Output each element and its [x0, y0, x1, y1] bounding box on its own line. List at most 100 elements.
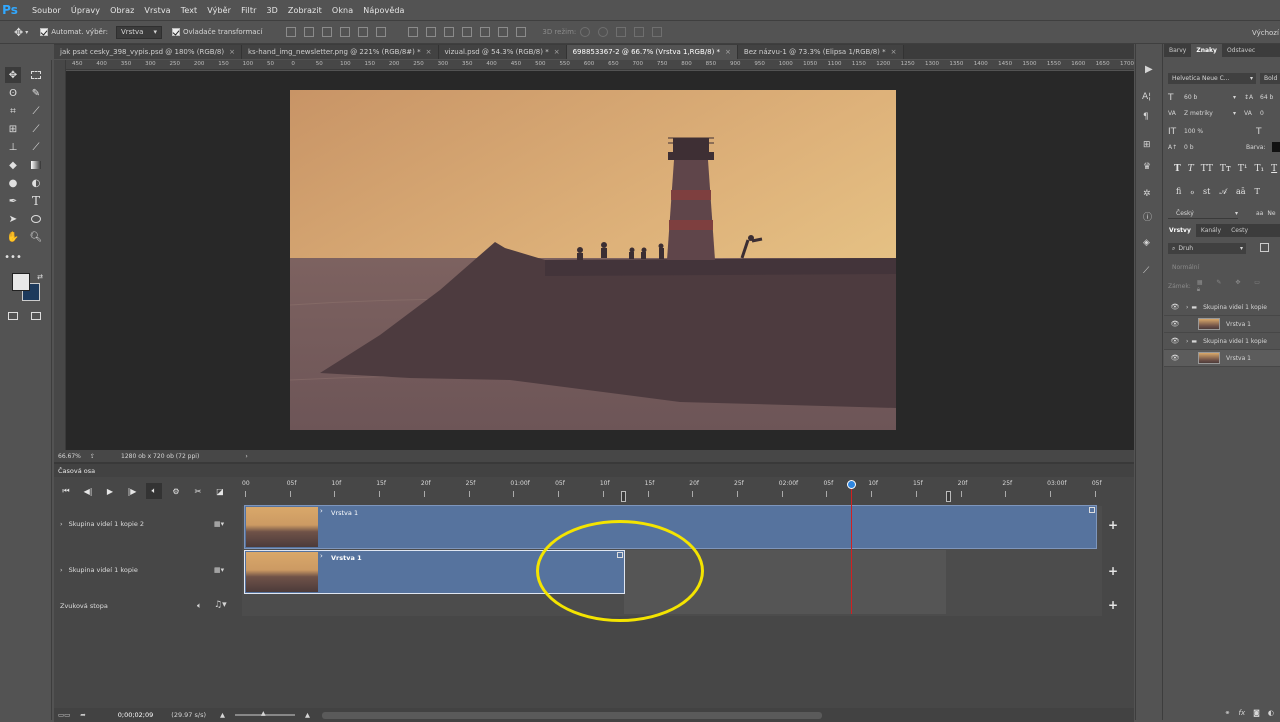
menu-item-0[interactable]: Soubor [32, 6, 61, 15]
close-icon[interactable]: × [426, 48, 432, 56]
3d-slide-icon[interactable] [634, 27, 645, 37]
all-caps-icon[interactable]: TT [1201, 164, 1213, 174]
quick-mask-icon[interactable] [5, 308, 21, 324]
transform-controls-checkbox[interactable] [171, 28, 180, 36]
clone-stamp-icon[interactable]: ⊥ [5, 139, 21, 155]
ellipse-tool-icon[interactable] [28, 211, 44, 227]
settings-gear-icon[interactable]: ⚙ [168, 483, 184, 499]
3d-drag-icon[interactable] [616, 27, 627, 37]
convert-frames-icon[interactable]: ▭▭ [58, 711, 70, 719]
visibility-eye-icon[interactable]: 👁︎ [1170, 337, 1180, 345]
zoom-out-icon[interactable]: ▲ [220, 711, 225, 719]
menu-item-5[interactable]: Výběr [207, 6, 231, 15]
history-panel-icon[interactable]: ⊞ [1143, 140, 1151, 150]
blur-tool-icon[interactable]: ● [5, 175, 21, 191]
add-media-button-1[interactable]: + [1108, 518, 1118, 532]
render-video-icon[interactable]: ➦ [80, 711, 85, 719]
work-area-end-handle[interactable] [946, 491, 951, 502]
link-layers-icon[interactable]: ⚭ [1225, 709, 1231, 717]
adjustment-layer-icon[interactable]: ◐ [1268, 709, 1274, 717]
distribute-left-icon[interactable] [462, 27, 473, 37]
small-caps-icon[interactable]: Tт [1220, 164, 1231, 174]
go-to-first-frame-button[interactable]: ⏮ [58, 483, 74, 499]
play-actions-icon[interactable]: ▶ [1145, 64, 1153, 75]
text-color-swatch[interactable] [1272, 142, 1280, 152]
menu-item-7[interactable]: 3D [266, 6, 277, 15]
stylistic-icon[interactable]: aā [1236, 187, 1246, 197]
menu-item-3[interactable]: Vrstva [144, 6, 170, 15]
document-tab[interactable]: 698853367-2 @ 66.7% (Vrstva 1,RGB/8) * × [566, 45, 738, 59]
previous-frame-button[interactable]: ◀| [80, 483, 96, 499]
work-area-start-handle[interactable] [621, 491, 626, 502]
align-vcenter-icon[interactable] [304, 27, 315, 37]
layer-group-row[interactable]: 👁︎ › ▬ Skupina videí 1 kopie [1164, 299, 1280, 316]
brush-tool-icon[interactable]: ⟋ [28, 121, 44, 137]
distribute-bottom-icon[interactable] [444, 27, 455, 37]
timeline-tab[interactable]: Časová osa [54, 464, 1134, 477]
paragraph-panel-icon[interactable]: ¶ [1143, 112, 1149, 122]
workspace-dropdown[interactable]: Výchozí [1248, 26, 1280, 39]
fx-icon[interactable]: fx [1238, 709, 1245, 717]
visibility-eye-icon[interactable]: 👁︎ [1170, 303, 1180, 311]
zoom-in-icon[interactable]: ▲ [305, 711, 310, 719]
font-size-field[interactable]: T 60 b ▾ [1168, 92, 1236, 103]
layer-row[interactable]: 👁︎ Vrstva 1 [1164, 316, 1280, 333]
expand-chevron-icon[interactable]: › [1186, 304, 1188, 311]
underline-icon[interactable]: T [1271, 164, 1277, 174]
panel-tab-0[interactable]: Vrstvy [1164, 224, 1196, 237]
panel-tab-2[interactable]: Cesty [1226, 224, 1253, 237]
move-tool-icon[interactable]: ✥ [5, 67, 21, 83]
clip-end-marker-icon[interactable] [1089, 507, 1095, 513]
align-hcenter-icon[interactable] [358, 27, 369, 37]
menu-item-8[interactable]: Zobrazit [288, 6, 322, 15]
layer-row[interactable]: 👁︎ Vrstva 1 [1164, 350, 1280, 367]
tool-preset-arrow-icon[interactable]: ▾ [25, 29, 28, 36]
document-tab[interactable]: Bez názvu-1 @ 73.3% (Elipsa 1/RGB/8) * × [737, 45, 904, 59]
eyedropper-icon[interactable]: ⟋ [28, 103, 44, 119]
contextual-icon[interactable]: ℴ [1190, 187, 1194, 197]
distribute-top-icon[interactable] [408, 27, 419, 37]
panel-tab-znaky[interactable]: Znaky [1191, 44, 1222, 57]
menu-item-6[interactable]: Filtr [241, 6, 256, 15]
next-frame-button[interactable]: |▶ [124, 483, 140, 499]
vertical-scale-field[interactable]: IT 100 % [1168, 126, 1236, 137]
superscript-icon[interactable]: T¹ [1238, 164, 1248, 174]
gradient-icon[interactable] [28, 157, 44, 173]
panel-tab-barvy[interactable]: Barvy [1164, 44, 1191, 57]
export-icon[interactable]: ⇪ [90, 453, 95, 460]
document-tab[interactable]: ks-hand_img_newsletter.png @ 221% (RGB/8… [241, 45, 439, 59]
align-left-icon[interactable] [340, 27, 351, 37]
close-icon[interactable]: × [891, 48, 897, 56]
document-image[interactable] [290, 90, 896, 430]
add-media-button-2[interactable]: + [1108, 564, 1118, 578]
magic-wand-icon[interactable]: ✎ [28, 85, 44, 101]
document-tab[interactable]: jak psat cesky_398_vypis.psd @ 180% (RGB… [54, 45, 242, 59]
distribute-vcenter-icon[interactable] [426, 27, 437, 37]
layer-group-row[interactable]: 👁︎ › ▬ Skupina videí 1 kopie [1164, 333, 1280, 350]
visibility-eye-icon[interactable]: 👁︎ [1170, 320, 1180, 328]
tracking-field[interactable]: VA 0 [1244, 108, 1280, 119]
audio-toggle-button[interactable]: 🔈︎ [146, 483, 162, 499]
auto-select-checkbox[interactable] [40, 28, 49, 36]
split-scissors-icon[interactable]: ✂ [190, 483, 206, 499]
menu-item-2[interactable]: Obraz [110, 6, 134, 15]
track-label-2[interactable]: › Skupina videí 1 kopie [60, 566, 240, 574]
blend-mode-dropdown[interactable]: Normální [1168, 262, 1246, 273]
swap-colors-icon[interactable]: ⇄ [32, 269, 48, 285]
healing-brush-icon[interactable]: ⊞ [5, 121, 21, 137]
info-panel-icon[interactable]: ⓘ [1143, 210, 1152, 223]
panel-tab-odstavec[interactable]: Odstavec [1222, 44, 1260, 57]
path-select-icon[interactable]: ➤ [5, 211, 21, 227]
audio-speaker-icon[interactable]: 🔈︎ [197, 601, 202, 611]
panel-tab-1[interactable]: Kanály [1196, 224, 1226, 237]
auto-align-icon[interactable] [516, 27, 527, 37]
track-1-film-icon[interactable]: ▦▾ [214, 520, 224, 528]
close-icon[interactable]: × [554, 48, 560, 56]
leading-field[interactable]: ↕A 64 b [1244, 92, 1280, 103]
adjustments-icon[interactable]: ♛ [1143, 162, 1151, 172]
libraries-icon[interactable]: ✲ [1143, 189, 1151, 199]
eraser-icon[interactable]: ◆ [5, 157, 21, 173]
timeline-scrollbar[interactable] [322, 711, 822, 719]
visibility-eye-icon[interactable]: 👁︎ [1170, 354, 1180, 362]
align-top-icon[interactable] [286, 27, 297, 37]
